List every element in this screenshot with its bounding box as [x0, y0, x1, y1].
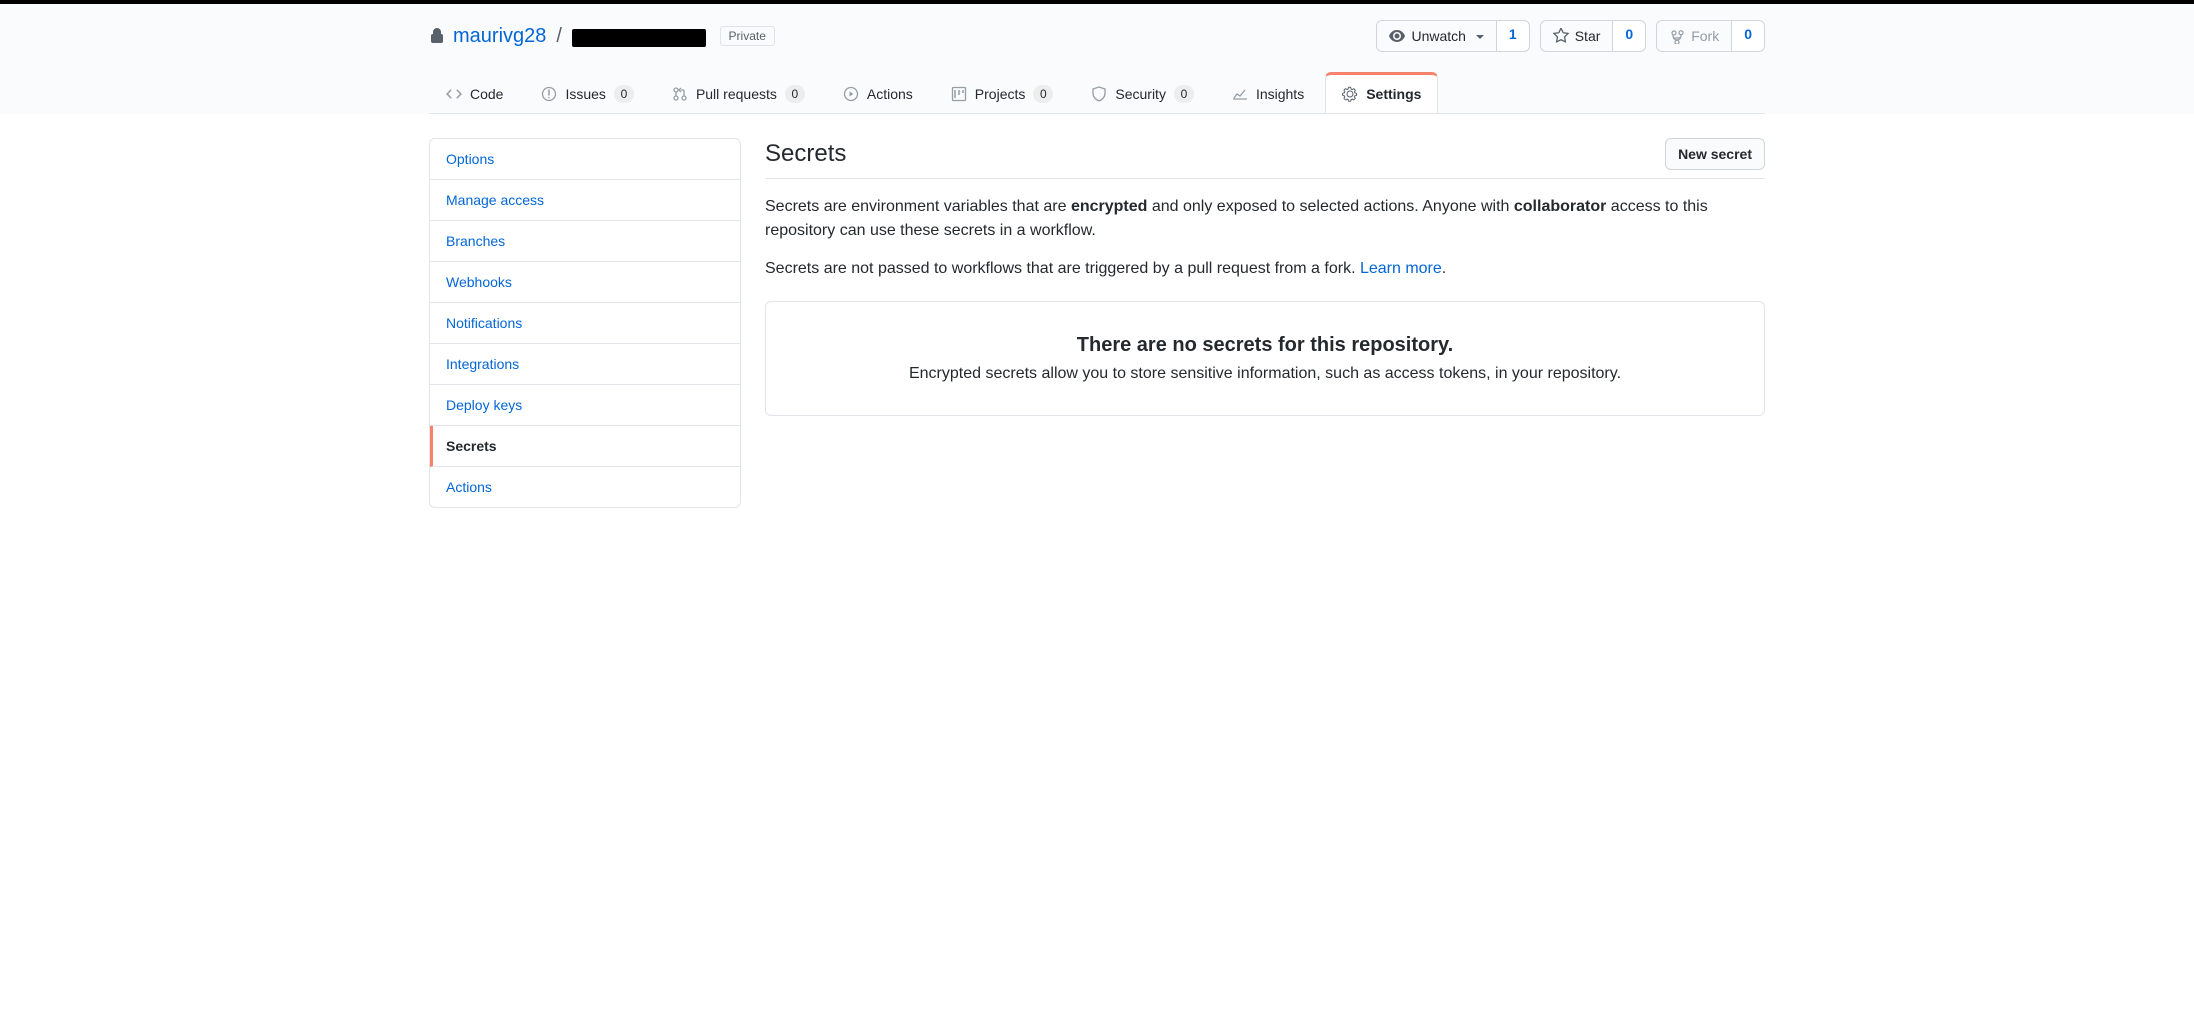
empty-secrets-blankslate: There are no secrets for this repository…	[765, 301, 1765, 416]
unwatch-label: Unwatch	[1411, 26, 1465, 46]
secrets-description-1: Secrets are environment variables that a…	[765, 195, 1765, 243]
play-icon	[843, 86, 859, 102]
tab-code[interactable]: Code	[429, 72, 520, 113]
settings-sidebar: Options Manage access Branches Webhooks …	[429, 138, 741, 508]
new-secret-button[interactable]: New secret	[1665, 138, 1765, 170]
blankslate-description: Encrypted secrets allow you to store sen…	[798, 365, 1732, 383]
tab-insights[interactable]: Insights	[1215, 72, 1321, 113]
fork-count[interactable]: 0	[1732, 20, 1765, 52]
sidebar-item-branches[interactable]: Branches	[430, 221, 740, 262]
fork-icon	[1669, 28, 1685, 44]
sidebar-item-deploy-keys[interactable]: Deploy keys	[430, 385, 740, 426]
tab-settings-label: Settings	[1366, 86, 1421, 102]
tab-code-label: Code	[470, 86, 503, 102]
repo-actions: Unwatch 1 Star 0 Fork 0	[1376, 20, 1765, 52]
visibility-badge: Private	[720, 26, 775, 46]
tab-security[interactable]: Security 0	[1074, 72, 1211, 113]
sidebar-item-notifications[interactable]: Notifications	[430, 303, 740, 344]
repo-name[interactable]: multicfeature	[572, 25, 706, 48]
project-icon	[951, 86, 967, 102]
star-button[interactable]: Star	[1540, 20, 1614, 52]
shield-icon	[1091, 86, 1107, 102]
tab-pulls-label: Pull requests	[696, 86, 777, 102]
sidebar-item-integrations[interactable]: Integrations	[430, 344, 740, 385]
issues-count: 0	[614, 85, 634, 103]
issue-icon	[541, 86, 557, 102]
blankslate-title: There are no secrets for this repository…	[798, 334, 1732, 357]
repo-title: maurivg28 / multicfeature Private	[429, 25, 775, 48]
tab-issues[interactable]: Issues 0	[524, 72, 650, 113]
pull-request-icon	[672, 86, 688, 102]
fork-label: Fork	[1691, 26, 1719, 46]
sidebar-item-actions[interactable]: Actions	[430, 467, 740, 507]
pulls-count: 0	[785, 85, 805, 103]
lock-icon	[429, 28, 445, 44]
repo-owner-link[interactable]: maurivg28	[453, 25, 546, 48]
repo-tabs: Code Issues 0 Pull requests 0 Actions	[429, 72, 1765, 114]
fork-button[interactable]: Fork	[1656, 20, 1732, 52]
learn-more-link[interactable]: Learn more	[1360, 260, 1442, 277]
tab-projects-label: Projects	[975, 86, 1026, 102]
code-icon	[446, 86, 462, 102]
sidebar-item-secrets: Secrets	[430, 426, 740, 467]
tab-security-label: Security	[1115, 86, 1166, 102]
tab-actions[interactable]: Actions	[826, 72, 930, 113]
tab-pull-requests[interactable]: Pull requests 0	[655, 72, 822, 113]
sidebar-item-options[interactable]: Options	[430, 139, 740, 180]
unwatch-button[interactable]: Unwatch	[1376, 20, 1496, 52]
graph-icon	[1232, 86, 1248, 102]
tab-issues-label: Issues	[565, 86, 605, 102]
tab-settings[interactable]: Settings	[1325, 72, 1438, 113]
projects-count: 0	[1033, 85, 1053, 103]
star-count[interactable]: 0	[1613, 20, 1646, 52]
watch-count[interactable]: 1	[1497, 20, 1530, 52]
security-count: 0	[1174, 85, 1194, 103]
tab-projects[interactable]: Projects 0	[934, 72, 1071, 113]
star-label: Star	[1575, 26, 1601, 46]
star-icon	[1553, 28, 1569, 44]
sidebar-item-manage-access[interactable]: Manage access	[430, 180, 740, 221]
page-title: Secrets	[765, 140, 846, 168]
tab-insights-label: Insights	[1256, 86, 1304, 102]
secrets-description-2: Secrets are not passed to workflows that…	[765, 257, 1765, 281]
tab-actions-label: Actions	[867, 86, 913, 102]
eye-icon	[1389, 28, 1405, 44]
gear-icon	[1342, 86, 1358, 102]
sidebar-item-webhooks[interactable]: Webhooks	[430, 262, 740, 303]
